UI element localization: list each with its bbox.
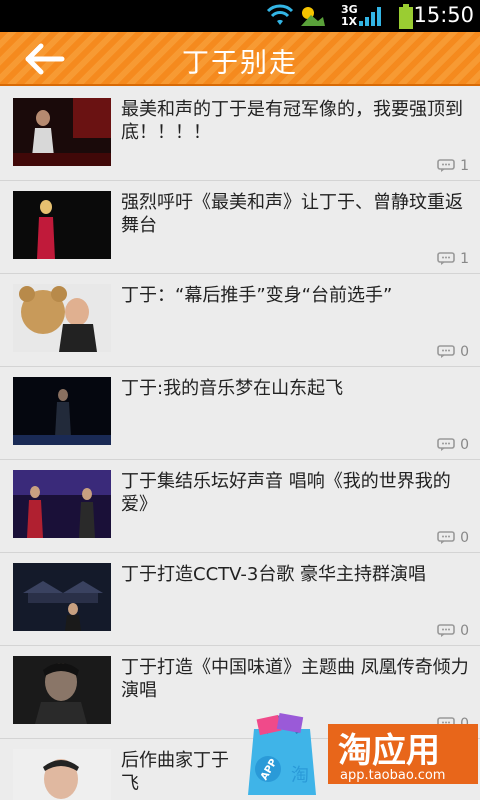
comment-icon (437, 438, 455, 451)
article-title: 丁于:我的音乐梦在山东起飞 (121, 378, 344, 399)
article-title: 丁于打造CCTV-3台歌 豪华主持群演唱 (121, 564, 427, 585)
bag-char: 淘 (291, 765, 309, 786)
shopping-bag-icon: APP 淘 (248, 713, 316, 795)
network-sub-label: 1X (341, 15, 358, 28)
brand-url: app.taobao.com (340, 768, 446, 783)
article-title: 丁于：“幕后推手”变身“台前选手” (121, 285, 393, 306)
brand-name: 淘应用 (338, 731, 440, 771)
list-item[interactable]: 丁于打造CCTV-3台歌 豪华主持群演唱 0 (0, 553, 480, 646)
status-bar: 3G 1X 15:50 (0, 0, 480, 32)
comment-icon (437, 345, 455, 358)
comment-count-value: 1 (460, 158, 469, 174)
article-title: 丁于集结乐坛好声音 唱响《我的世界我的爱》 (121, 471, 451, 515)
page-title: 丁于别走 (182, 48, 298, 79)
comment-icon (437, 624, 455, 637)
article-title: 丁于打造《中国味道》主题曲 凤凰传奇倾力演唱 (121, 657, 469, 701)
battery-icon (399, 4, 413, 29)
article-thumbnail (13, 377, 111, 445)
comment-count: 1 (437, 251, 469, 267)
article-thumbnail (13, 563, 111, 631)
list-item[interactable]: 最美和声的丁于是有冠军像的，我要强顶到底！！！！ 1 (0, 88, 480, 181)
article-thumbnail (13, 470, 111, 538)
article-thumbnail (13, 191, 111, 259)
weather-icon (301, 7, 325, 26)
article-title: 强烈呼吁《最美和声》让丁于、曾静玟重返舞台 (121, 192, 463, 236)
taobao-app-watermark: APP 淘 淘应用 app.taobao.com (240, 705, 480, 800)
comment-count: 0 (437, 344, 469, 360)
comment-count: 1 (437, 158, 469, 174)
comment-count-value: 0 (460, 530, 469, 546)
status-time: 15:50 (413, 3, 474, 27)
comment-icon (437, 159, 455, 172)
article-thumbnail (13, 656, 111, 724)
title-bar: 丁于别走 (0, 32, 480, 86)
comment-icon (437, 252, 455, 265)
comment-count-value: 0 (460, 344, 469, 360)
article-list: 最美和声的丁于是有冠军像的，我要强顶到底！！！！ 1 强烈呼吁《最美和声》让丁于… (0, 88, 480, 800)
article-thumbnail (13, 98, 111, 166)
cell-signal-icon (359, 7, 381, 26)
comment-count-value: 1 (460, 251, 469, 267)
list-item[interactable]: 丁于集结乐坛好声音 唱响《我的世界我的爱》 0 (0, 460, 480, 553)
wifi-icon (266, 4, 294, 25)
comment-count: 0 (437, 530, 469, 546)
comment-count-value: 0 (460, 437, 469, 453)
comment-icon (437, 531, 455, 544)
list-item[interactable]: 强烈呼吁《最美和声》让丁于、曾静玟重返舞台 1 (0, 181, 480, 274)
list-item[interactable]: 丁于:我的音乐梦在山东起飞 0 (0, 367, 480, 460)
comment-count: 0 (437, 623, 469, 639)
comment-count-value: 0 (460, 623, 469, 639)
list-item[interactable]: 丁于：“幕后推手”变身“台前选手” 0 (0, 274, 480, 367)
article-title: 最美和声的丁于是有冠军像的，我要强顶到底！！！！ (121, 99, 463, 143)
comment-count: 0 (437, 437, 469, 453)
article-thumbnail (13, 749, 111, 800)
article-thumbnail (13, 284, 111, 352)
